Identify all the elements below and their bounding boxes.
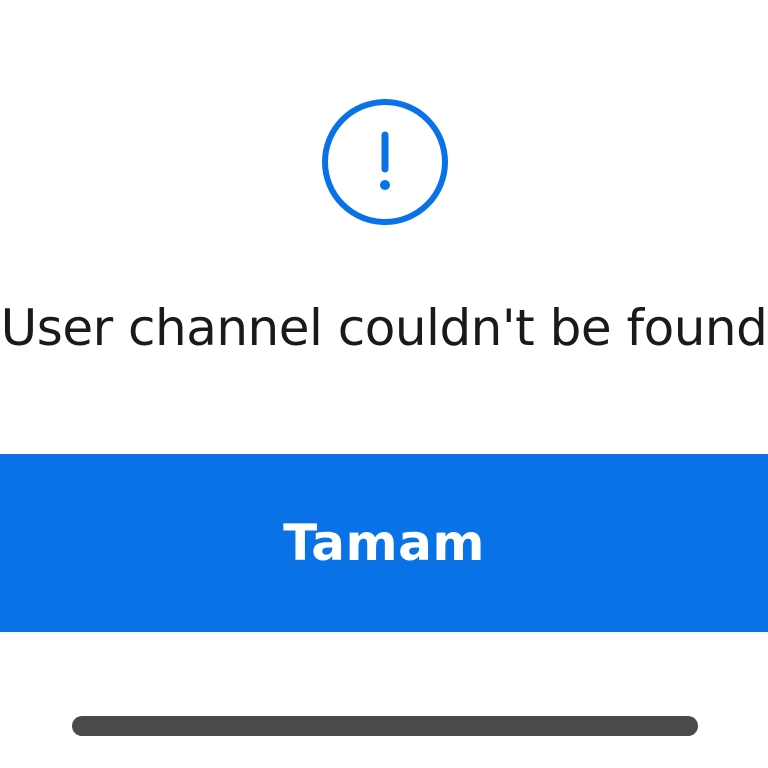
exclamation-circle-icon xyxy=(320,97,450,227)
home-indicator[interactable] xyxy=(72,716,698,736)
alert-dialog: User channel couldn't be found Tamam xyxy=(0,0,768,768)
ok-button-label: Tamam xyxy=(283,514,485,572)
error-message: User channel couldn't be found xyxy=(0,299,768,357)
ok-button[interactable]: Tamam xyxy=(0,454,768,632)
